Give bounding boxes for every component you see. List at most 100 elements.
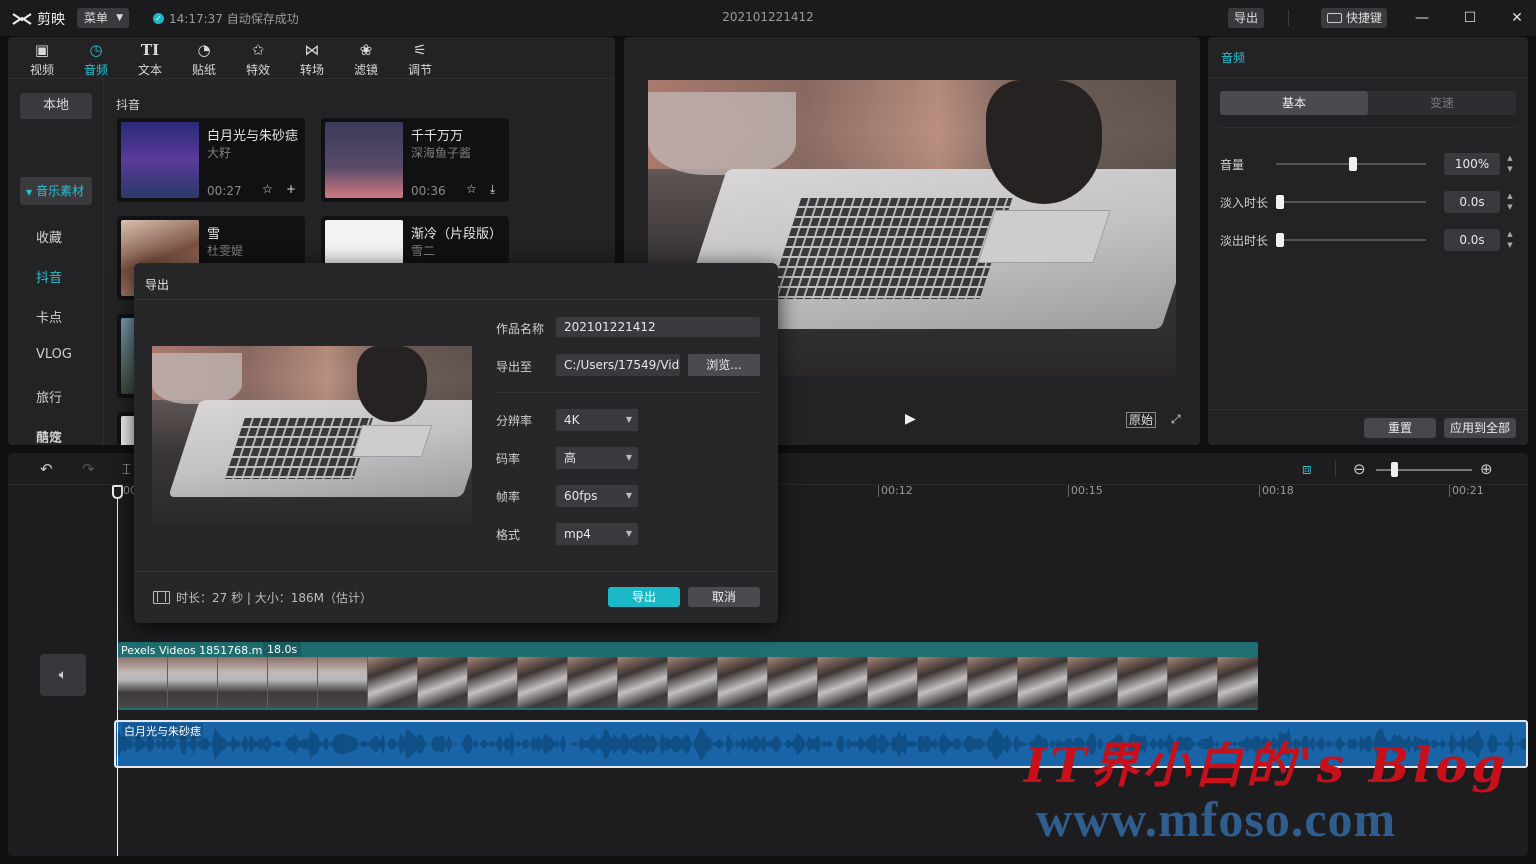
add-icon[interactable]: + xyxy=(286,182,296,196)
favorite-star-icon[interactable]: ☆ xyxy=(262,182,273,196)
menu-button[interactable]: 菜单 ▼ xyxy=(77,8,129,28)
music-artist: 杜雯媞 xyxy=(207,244,244,258)
export-button[interactable]: 导出 xyxy=(1228,8,1264,28)
dialog-export-button[interactable]: 导出 xyxy=(608,587,680,607)
capcut-logo-icon xyxy=(12,13,32,25)
music-duration: 00:27 xyxy=(207,184,242,198)
check-circle-icon: ✓ xyxy=(153,13,164,24)
bitrate-select[interactable]: 高 ▼ xyxy=(556,447,638,469)
sidebar-item-favorites[interactable]: 收藏 xyxy=(36,227,62,246)
fps-label: 帧率 xyxy=(496,490,521,504)
sidebar-item-cool[interactable]: 酷炫 xyxy=(36,427,62,446)
sidebar-group-label: 音乐素材 xyxy=(35,184,84,198)
sidebar-item-vlog[interactable]: VLOG xyxy=(36,347,72,362)
format-select[interactable]: mp4 ▼ xyxy=(556,523,638,545)
undo-icon[interactable]: ↶ xyxy=(40,460,53,478)
stepper-icon[interactable]: ▲ ▼ xyxy=(1504,153,1516,175)
play-icon[interactable]: ▶ xyxy=(905,411,916,427)
playhead-handle[interactable] xyxy=(112,485,123,499)
shortcut-button[interactable]: 快捷键 xyxy=(1321,8,1387,28)
adjust-icon: ⚟ xyxy=(413,41,427,59)
path-input[interactable]: C:/Users/17549/Videos xyxy=(556,354,680,376)
text-icon: TI xyxy=(140,41,160,59)
divider xyxy=(1208,409,1528,410)
properties-title: 音频 xyxy=(1221,51,1246,65)
sidebar-group-music[interactable]: ▼ 音乐素材 xyxy=(20,177,92,205)
tab-label: 文本 xyxy=(137,63,162,77)
export-info-text: 时长：27 秒 | 大小：186M（估计） xyxy=(176,591,373,605)
export-preview-thumbnail xyxy=(152,346,472,526)
music-name: 雪 xyxy=(207,227,221,242)
tab-audio[interactable]: ◷ 音频 xyxy=(73,39,119,79)
favorite-star-icon[interactable]: ☆ xyxy=(466,182,477,196)
redo-icon[interactable]: ↷ xyxy=(82,460,95,478)
tab-video[interactable]: ▣ 视频 xyxy=(19,39,65,79)
tab-basic[interactable]: 基本 xyxy=(1220,91,1368,115)
app-logo: 剪映 xyxy=(12,9,65,29)
stepper-icon[interactable]: ▲ ▼ xyxy=(1504,229,1516,251)
sidebar-item-beat[interactable]: 卡点 xyxy=(36,307,62,326)
fade-in-slider-thumb[interactable] xyxy=(1276,195,1284,209)
magnet-snap-icon[interactable]: ⧈ xyxy=(1302,460,1312,478)
fade-in-value[interactable]: 0.0s xyxy=(1444,191,1500,213)
zoom-out-icon[interactable]: ⊖ xyxy=(1353,460,1366,478)
volume-slider-thumb[interactable] xyxy=(1349,157,1357,171)
video-clip-duration: 18.0s xyxy=(263,642,302,657)
tab-transition[interactable]: ⋈ 转场 xyxy=(289,39,335,79)
zoom-slider-thumb[interactable] xyxy=(1391,462,1398,477)
dialog-cancel-button[interactable]: 取消 xyxy=(688,587,760,607)
volume-value[interactable]: 100% xyxy=(1444,153,1500,175)
minimize-button[interactable]: — xyxy=(1410,6,1434,30)
chevron-down-icon: ▼ xyxy=(625,415,632,424)
apply-all-button[interactable]: 应用到全部 xyxy=(1444,418,1516,438)
close-button[interactable]: ✕ xyxy=(1505,6,1529,30)
playhead[interactable] xyxy=(117,489,118,856)
fade-out-value[interactable]: 0.0s xyxy=(1444,229,1500,251)
volume-label: 音量 xyxy=(1220,158,1245,172)
dialog-title: 导出 xyxy=(145,278,170,292)
fade-out-slider-thumb[interactable] xyxy=(1276,233,1284,247)
maximize-button[interactable]: ☐ xyxy=(1458,6,1482,30)
resolution-select[interactable]: 4K ▼ xyxy=(556,409,638,431)
tab-filter[interactable]: ❀ 滤镜 xyxy=(343,39,389,79)
ruler-mark: 00:21 xyxy=(1449,485,1484,497)
fade-out-slider[interactable] xyxy=(1276,239,1426,241)
fade-out-row: 淡出时长 0.0s ▲ ▼ xyxy=(1220,228,1516,252)
browse-button[interactable]: 浏览... xyxy=(688,354,760,376)
fade-in-slider[interactable] xyxy=(1276,201,1426,203)
tab-label: 视频 xyxy=(29,63,54,77)
sidebar-item-douyin[interactable]: 抖音 xyxy=(36,267,62,286)
original-ratio-button[interactable]: 原始 xyxy=(1126,412,1157,428)
sidebar-item-local[interactable]: 本地 xyxy=(20,93,92,119)
music-artist: 大籽 xyxy=(207,146,232,160)
chevron-down-icon: ▼ xyxy=(625,453,632,462)
tab-effects[interactable]: ✩ 特效 xyxy=(235,39,281,79)
section-label: 抖音 xyxy=(116,98,141,112)
music-name: 千千万万 xyxy=(411,129,464,144)
zoom-in-icon[interactable]: ⊕ xyxy=(1480,460,1493,478)
media-sidebar: 本地 ▼ 音乐素材 收藏 抖音 卡点 VLOG 旅行 萌宠 xyxy=(8,79,104,446)
tab-label: 转场 xyxy=(299,63,324,77)
music-name: 渐冷（片段版） xyxy=(411,227,503,242)
stepper-icon[interactable]: ▲ ▼ xyxy=(1504,191,1516,213)
tab-text[interactable]: TI 文本 xyxy=(127,39,173,79)
mute-track-button[interactable]: 🔈︎ xyxy=(40,654,86,696)
watermark-text: IT界小白的's Blog xyxy=(1024,738,1509,794)
download-icon[interactable]: ⤓ xyxy=(490,182,495,197)
tab-adjust[interactable]: ⚟ 调节 xyxy=(397,39,443,79)
watermark-url: www.mfoso.com xyxy=(1036,791,1397,847)
music-card[interactable]: 千千万万 深海鱼子酱 00:36 ☆ ⤓ xyxy=(321,118,509,202)
reset-button[interactable]: 重置 xyxy=(1364,418,1436,438)
split-icon[interactable]: ⌶ xyxy=(122,460,131,478)
name-input[interactable]: 202101221412 xyxy=(556,317,760,337)
tab-sticker[interactable]: ◔ 贴纸 xyxy=(181,39,227,79)
video-clip[interactable]: Pexels Videos 1851768.mp4 18.0s xyxy=(118,642,1258,710)
tab-label: 贴纸 xyxy=(191,63,216,77)
sidebar-item-travel[interactable]: 旅行 xyxy=(36,387,62,406)
tab-speed[interactable]: 变速 xyxy=(1368,91,1516,115)
fullscreen-icon[interactable]: ⤢ xyxy=(1171,412,1181,427)
music-duration: 00:36 xyxy=(411,184,446,198)
music-artist: 雪二 xyxy=(411,244,436,258)
fps-select[interactable]: 60fps ▼ xyxy=(556,485,638,507)
music-card[interactable]: 白月光与朱砂痣 大籽 00:27 ☆ + xyxy=(117,118,305,202)
